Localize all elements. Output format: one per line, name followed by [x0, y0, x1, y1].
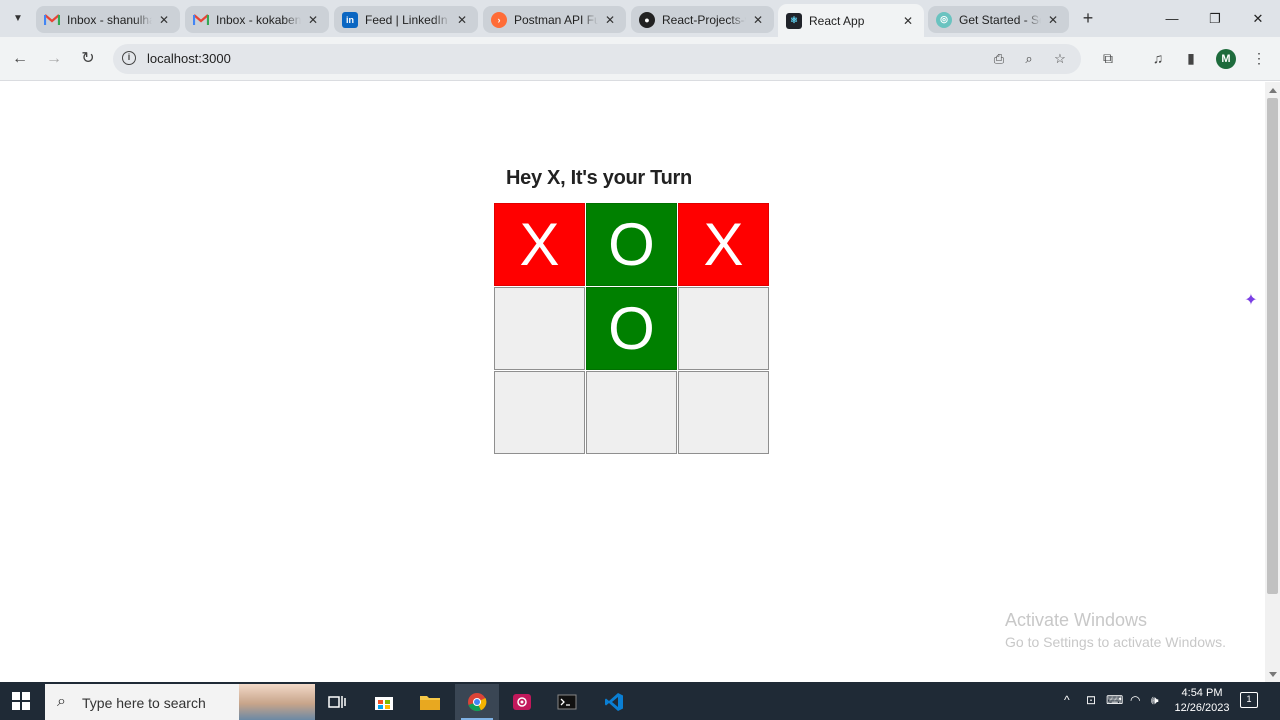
tab-github[interactable]: ● React-Projects-w ✕	[631, 6, 774, 33]
zoom-icon[interactable]: ⌕	[1021, 51, 1037, 67]
restore-window-icon[interactable]: ❐	[1204, 8, 1226, 30]
screen-recorder-icon[interactable]	[500, 684, 544, 720]
tab-title: React-Projects-w	[662, 12, 746, 27]
gmail-icon	[44, 12, 60, 28]
tab-title: Postman API Fun	[514, 12, 598, 27]
board-cell-6[interactable]	[678, 287, 769, 370]
close-tab-icon[interactable]: ✕	[454, 13, 470, 27]
board-cell-3[interactable]: X	[678, 203, 769, 286]
volume-icon[interactable]: 🕪	[1151, 693, 1159, 708]
tab-title: Feed | LinkedIn	[365, 12, 448, 27]
chrome-icon[interactable]	[455, 684, 499, 720]
page-scrollbar[interactable]	[1265, 82, 1280, 682]
task-view-icon[interactable]	[315, 684, 359, 720]
clock-time: 4:54 PM	[1181, 687, 1223, 699]
tab-inbox-kokaben[interactable]: Inbox - kokaben ✕	[185, 6, 329, 33]
input-method-icon[interactable]: ⌨	[1106, 693, 1123, 707]
clock-date: 12/26/2023	[1174, 702, 1230, 714]
back-icon[interactable]: ←	[9, 48, 31, 70]
taskbar-clock[interactable]: 4:54 PM 12/26/2023	[1170, 686, 1234, 716]
site-info-icon[interactable]: i	[122, 51, 136, 65]
windows-start-icon[interactable]	[12, 692, 30, 710]
address-bar[interactable]: i localhost:3000 ⎙ ⌕ ☆	[113, 44, 1081, 74]
search-icon: ⌕	[57, 693, 66, 710]
tab-title: React App	[809, 13, 865, 28]
tray-app-icon[interactable]: ⊡	[1086, 693, 1096, 707]
board-cell-5[interactable]: O	[586, 287, 677, 370]
search-highlight-image	[239, 684, 315, 720]
close-tab-icon[interactable]: ✕	[1045, 13, 1061, 27]
new-tab-button[interactable]: +	[1077, 8, 1099, 30]
react-icon: ⚛	[786, 12, 802, 29]
profile-avatar[interactable]: M	[1216, 49, 1236, 69]
board-cell-4[interactable]	[494, 287, 585, 370]
browser-toolbar: ← → ↻ i localhost:3000 ⎙ ⌕ ☆	[0, 37, 1280, 81]
board-cell-1[interactable]: X	[494, 203, 585, 286]
turn-status-heading: Hey X, It's your Turn	[506, 167, 692, 189]
page-content: Hey X, It's your Turn X O X O ✦ Activate…	[0, 82, 1265, 682]
windows-taskbar: ⌕ Type here to search ^ ⊡ ⌨ ◠ 🕪 4:54 PM …	[0, 682, 1280, 720]
board-cell-7[interactable]	[494, 371, 585, 454]
tab-title: Get Started - Se	[959, 12, 1041, 27]
tab-title: Inbox - shanulha	[67, 12, 152, 27]
vscode-icon[interactable]	[592, 684, 636, 720]
scroll-down-arrow-icon[interactable]	[1269, 672, 1277, 677]
tab-postman[interactable]: › Postman API Fun ✕	[483, 6, 626, 33]
close-tab-icon[interactable]: ✕	[900, 14, 916, 28]
menu-kebab-icon[interactable]: ⋮	[1249, 48, 1269, 68]
notification-center-icon[interactable]: 1	[1240, 692, 1258, 708]
scroll-up-arrow-icon[interactable]	[1269, 88, 1277, 93]
close-tab-icon[interactable]: ✕	[156, 13, 172, 27]
taskbar-search-box[interactable]: ⌕ Type here to search	[45, 684, 315, 720]
tab-react-app[interactable]: ⚛ React App ✕	[778, 4, 924, 37]
store-icon[interactable]	[362, 684, 406, 720]
github-icon: ●	[639, 11, 655, 28]
bookmark-star-icon[interactable]: ☆	[1052, 51, 1068, 67]
side-panel-icon[interactable]: ▮	[1181, 48, 1201, 68]
browser-tab-strip: ▼ Inbox - shanulha ✕ Inbox - kokaben ✕ i…	[0, 0, 1280, 37]
tab-linkedin[interactable]: in Feed | LinkedIn ✕	[334, 6, 478, 33]
search-placeholder: Type here to search	[82, 695, 206, 711]
activate-windows-watermark: Activate Windows Go to Settings to activ…	[1005, 610, 1226, 650]
url-text[interactable]: localhost:3000	[147, 51, 231, 66]
tab-get-started[interactable]: ◎ Get Started - Se ✕	[928, 6, 1069, 33]
file-explorer-icon[interactable]	[408, 684, 452, 720]
scroll-thumb[interactable]	[1267, 98, 1278, 594]
media-controls-icon[interactable]: ♫	[1148, 48, 1168, 68]
forward-icon[interactable]: →	[43, 48, 65, 70]
board-cell-8[interactable]	[586, 371, 677, 454]
tab-title: Inbox - kokaben	[216, 12, 301, 27]
wifi-icon[interactable]: ◠	[1130, 693, 1140, 707]
tab-inbox-shanulha[interactable]: Inbox - shanulha ✕	[36, 6, 180, 33]
globe-icon: ◎	[936, 11, 952, 28]
close-tab-icon[interactable]: ✕	[305, 13, 321, 27]
close-window-icon[interactable]: ✕	[1247, 8, 1269, 30]
extensions-icon[interactable]: ⧉	[1098, 48, 1118, 68]
watermark-subtitle: Go to Settings to activate Windows.	[1005, 634, 1226, 650]
minimize-window-icon[interactable]: —	[1161, 8, 1183, 30]
tab-search-icon[interactable]: ▼	[6, 6, 30, 30]
postman-icon: ›	[491, 11, 507, 28]
close-tab-icon[interactable]: ✕	[602, 13, 618, 27]
watermark-title: Activate Windows	[1005, 610, 1148, 630]
reload-icon[interactable]: ↻	[77, 48, 99, 70]
sparkle-icon[interactable]: ✦	[1240, 290, 1262, 312]
tray-chevron-up-icon[interactable]: ^	[1064, 693, 1070, 707]
board-cell-2[interactable]: O	[586, 203, 677, 286]
tic-tac-toe-board: X O X O	[494, 203, 770, 456]
install-app-icon[interactable]: ⎙	[991, 51, 1007, 67]
close-tab-icon[interactable]: ✕	[750, 13, 766, 27]
board-cell-9[interactable]	[678, 371, 769, 454]
linkedin-icon: in	[342, 11, 358, 28]
terminal-icon[interactable]	[545, 684, 589, 720]
gmail-icon	[193, 12, 209, 28]
